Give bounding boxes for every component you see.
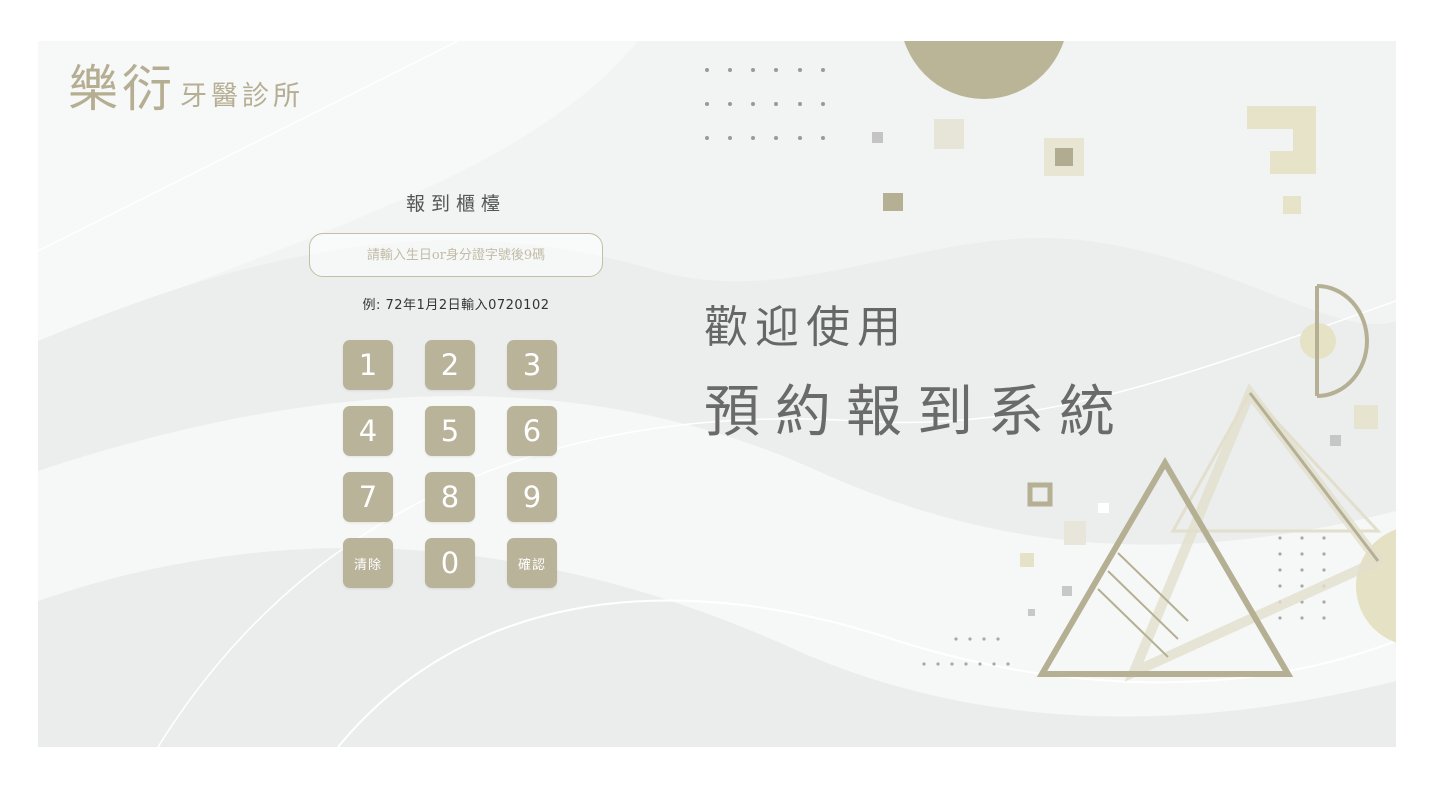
decor-circle — [904, 41, 1064, 99]
key-8[interactable]: 8 — [425, 472, 475, 522]
input-example-hint: 例: 72年1月2日輸入0720102 — [362, 298, 550, 313]
decor-square — [1330, 435, 1341, 446]
decor-square — [883, 193, 903, 211]
id-input[interactable] — [309, 233, 603, 277]
key-1[interactable]: 1 — [343, 340, 393, 390]
decor-square — [1270, 151, 1293, 174]
dot-grid — [705, 68, 825, 140]
system-title: 預約報到系統 — [704, 380, 1130, 445]
decor-square — [1098, 503, 1109, 513]
decor-square — [1064, 521, 1086, 545]
clear-button[interactable]: 清除 — [343, 538, 393, 588]
logo-sub-text: 牙醫診所 — [180, 81, 304, 112]
key-7[interactable]: 7 — [343, 472, 393, 522]
logo-main-text: 樂衍 — [68, 60, 176, 118]
decor-square — [934, 119, 964, 149]
kiosk-screen: 樂衍 牙醫診所 報到櫃檯 例: 72年1月2日輸入0720102 1 2 3 4… — [38, 41, 1396, 747]
decor-square — [1247, 151, 1270, 174]
confirm-button[interactable]: 確認 — [507, 538, 557, 588]
key-9[interactable]: 9 — [507, 472, 557, 522]
decor-square — [1283, 196, 1301, 214]
decor-square — [1028, 609, 1035, 616]
decor-square — [1247, 129, 1270, 151]
key-5[interactable]: 5 — [425, 406, 475, 456]
decor-square — [1062, 586, 1072, 596]
numeric-keypad: 1 2 3 4 5 6 7 8 9 清除 0 確認 — [343, 340, 557, 588]
decor-square — [1354, 405, 1378, 429]
decor-square — [1020, 553, 1034, 567]
decor-square — [1055, 148, 1073, 166]
welcome-heading: 歡迎使用 — [704, 302, 908, 353]
decor-square — [872, 132, 883, 143]
key-3[interactable]: 3 — [507, 340, 557, 390]
key-4[interactable]: 4 — [343, 406, 393, 456]
clinic-logo: 樂衍 牙醫診所 — [68, 61, 304, 117]
panel-title: 報到櫃檯 — [405, 193, 506, 215]
decor-square — [1270, 129, 1293, 151]
key-2[interactable]: 2 — [425, 340, 475, 390]
key-6[interactable]: 6 — [507, 406, 557, 456]
key-0[interactable]: 0 — [425, 538, 475, 588]
